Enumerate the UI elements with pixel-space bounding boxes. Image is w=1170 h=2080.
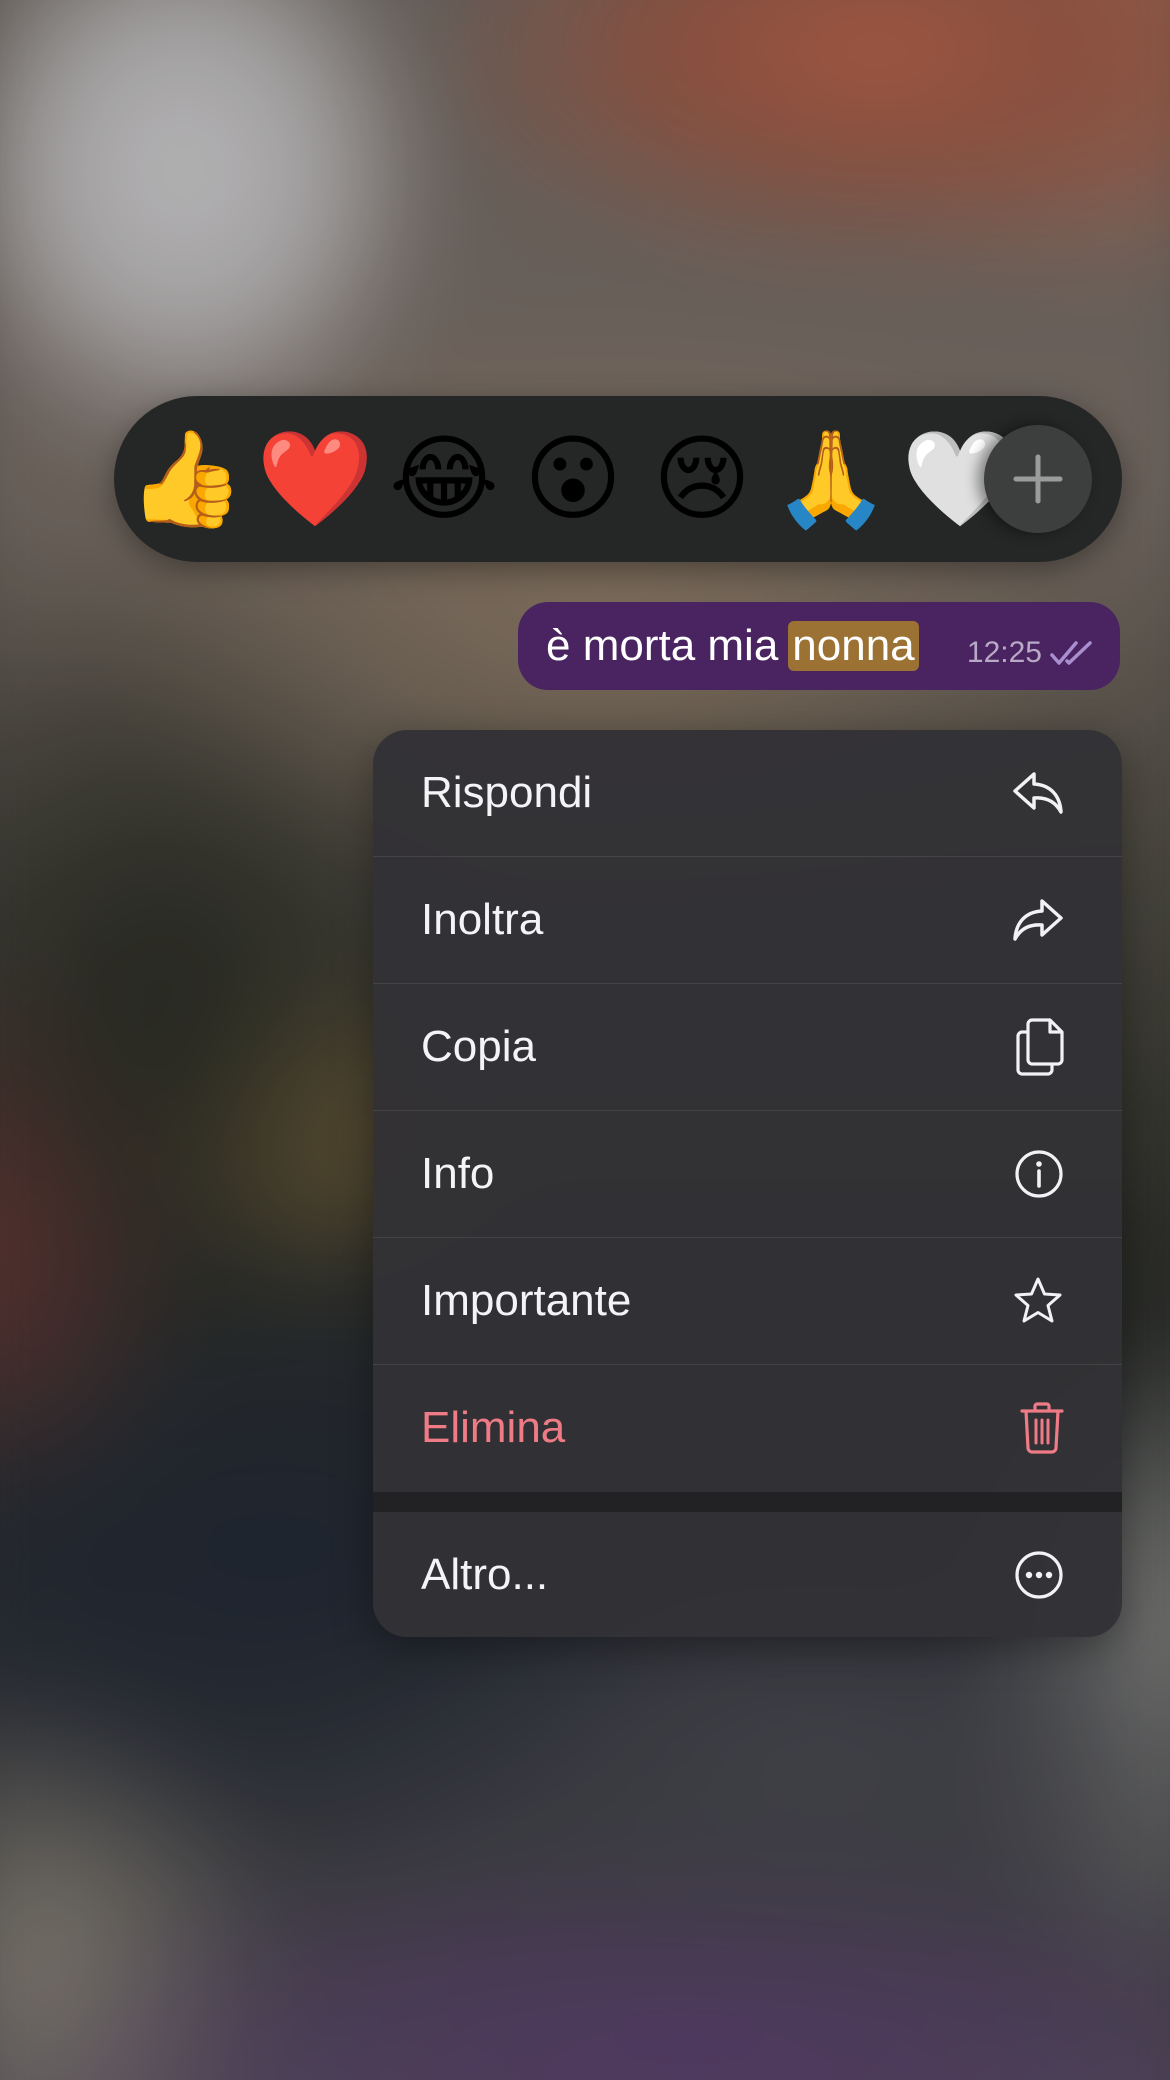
reaction-bar: 👍 ❤️ 😂 😮 😢 🙏 🤍 [114,396,1122,562]
message-context-menu: Rispondi Inoltra Copia Info Importante E… [373,730,1122,1637]
menu-item-label: Inoltra [421,895,544,944]
message-text: è morta mia nonna [546,602,919,690]
forward-icon [1012,897,1064,943]
menu-item-label: Elimina [421,1403,566,1452]
menu-item-reply[interactable]: Rispondi [373,730,1122,856]
screen: 👍 ❤️ 😂 😮 😢 🙏 🤍 è morta mia nonna 12:25 R… [0,0,1170,2080]
menu-item-label: Copia [421,1022,536,1071]
menu-item-label: Rispondi [421,768,593,817]
add-reaction-button[interactable] [984,425,1092,533]
reaction-surprised-face[interactable]: 😮 [513,396,633,562]
star-icon [1012,1276,1064,1326]
menu-item-delete[interactable]: Elimina [373,1365,1122,1491]
plus-icon [1012,453,1064,505]
menu-item-info[interactable]: Info [373,1111,1122,1237]
message-highlighted-word: nonna [788,621,919,671]
message-meta: 12:25 [967,602,1094,690]
menu-item-forward[interactable]: Inoltra [373,857,1122,983]
menu-item-label: Altro... [421,1549,549,1599]
message-time: 12:25 [966,636,1042,669]
reaction-folded-hands[interactable]: 🙏 [771,396,891,562]
reply-icon [1012,770,1064,816]
reaction-thumbs-up[interactable]: 👍 [126,396,246,562]
menu-section-separator [373,1492,1122,1512]
message-text-main: è morta mia [546,621,779,670]
reaction-tears-of-joy[interactable]: 😂 [384,396,504,562]
message-bubble[interactable]: è morta mia nonna 12:25 [518,602,1120,690]
menu-item-star[interactable]: Importante [373,1238,1122,1364]
reaction-red-heart[interactable]: ❤️ [255,396,375,562]
copy-icon [1016,1018,1064,1076]
menu-item-copy[interactable]: Copia [373,984,1122,1110]
trash-icon [1020,1402,1064,1454]
menu-item-more[interactable]: Altro... [373,1512,1122,1637]
menu-item-label: Importante [421,1276,632,1325]
menu-item-label: Info [421,1149,495,1198]
more-icon [1014,1550,1064,1600]
double-check-icon [1050,639,1094,667]
reaction-crying-face[interactable]: 😢 [642,396,762,562]
info-icon [1014,1149,1064,1199]
